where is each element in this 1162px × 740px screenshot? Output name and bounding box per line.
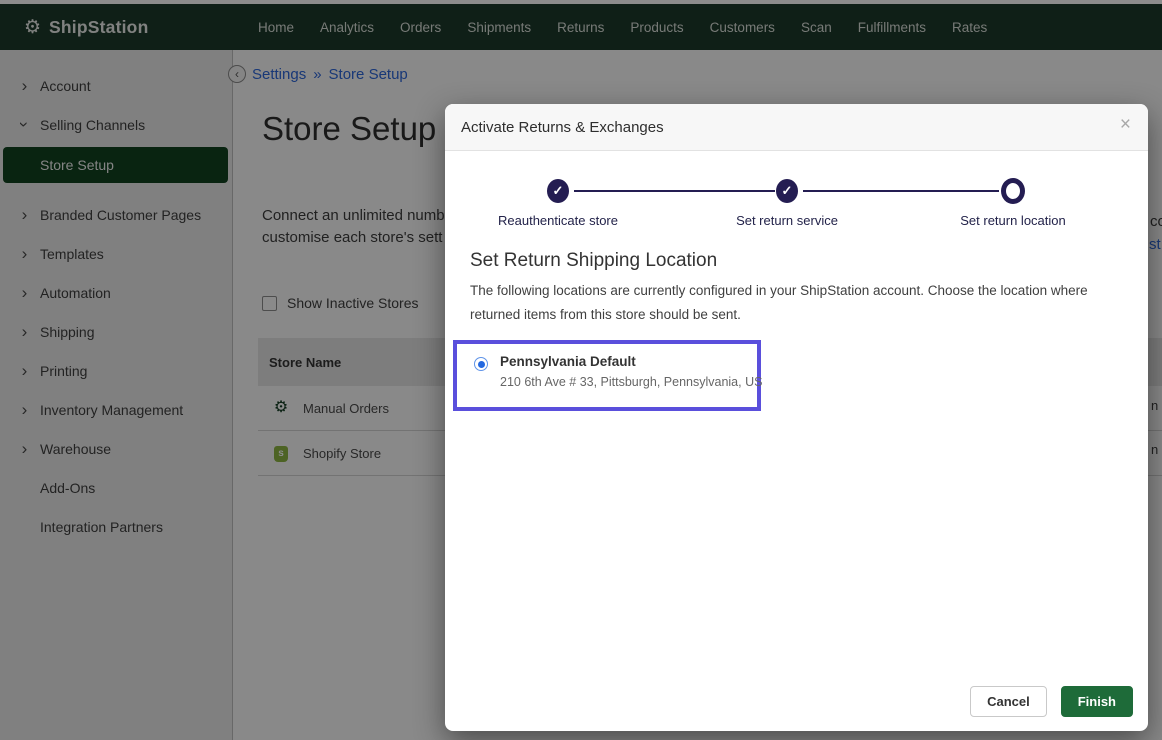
activate-returns-modal: Activate Returns & Exchanges × ✓ ✓ Reaut… [445,104,1148,731]
step-label-set-return-service: Set return service [697,213,877,228]
close-icon[interactable]: × [1120,115,1131,134]
step-done-icon: ✓ [547,179,569,203]
step-current-icon [1001,178,1025,204]
radio-selected-icon[interactable] [474,357,488,371]
step-label-reauthenticate-store: Reauthenticate store [468,213,648,228]
location-name: Pennsylvania Default [500,354,636,369]
finish-button[interactable]: Finish [1061,686,1133,717]
location-option-pennsylvania-default[interactable]: Pennsylvania Default 210 6th Ave # 33, P… [453,340,761,411]
step-done-icon: ✓ [776,179,798,203]
modal-description-line-1: The following locations are currently co… [470,283,1088,298]
radio-dot [478,361,485,368]
cancel-button[interactable]: Cancel [970,686,1047,717]
modal-description-line-2: returned items from this store should be… [470,307,741,322]
modal-footer: Cancel Finish [970,686,1133,717]
stepper-connector-1 [574,190,775,192]
modal-header: Activate Returns & Exchanges [445,104,1148,151]
location-address: 210 6th Ave # 33, Pittsburgh, Pennsylvan… [500,375,762,389]
modal-title: Activate Returns & Exchanges [461,119,664,136]
modal-section-heading: Set Return Shipping Location [470,250,717,272]
stepper-connector-2 [803,190,999,192]
app-window: ⚙ ShipStation Home Analytics Orders Ship… [0,0,1162,740]
step-label-set-return-location: Set return location [923,213,1103,228]
